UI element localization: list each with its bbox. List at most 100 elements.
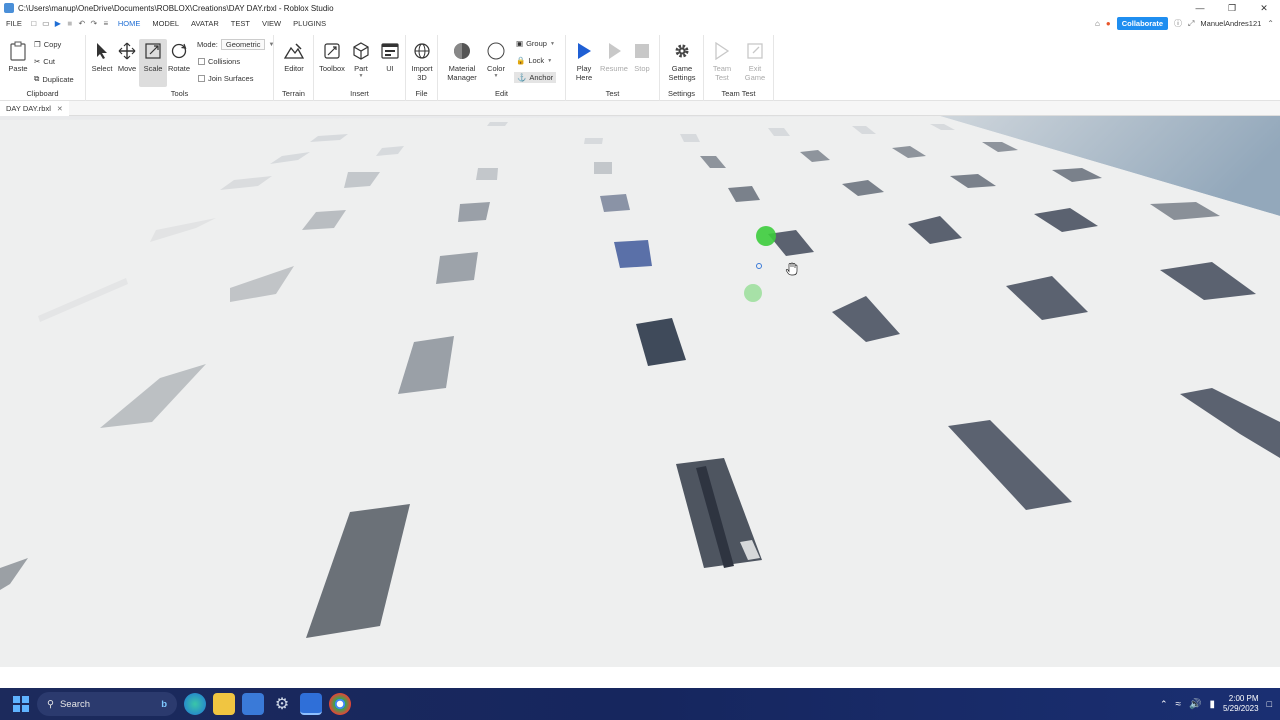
material-manager-button[interactable]: Material Manager <box>446 41 478 82</box>
tab-test[interactable]: TEST <box>225 16 256 31</box>
scale-handle-green-lower[interactable] <box>744 284 762 302</box>
color-button[interactable]: Color ▼ <box>482 41 510 79</box>
store-icon[interactable] <box>242 693 264 715</box>
clock[interactable]: 2:00 PM 5/29/2023 <box>1223 694 1259 714</box>
wifi-icon[interactable]: ≈ <box>1176 699 1182 710</box>
3d-viewport[interactable] <box>0 116 1280 667</box>
part-dropdown-icon[interactable]: ▼ <box>347 73 375 79</box>
import-3d-button[interactable]: Import 3D <box>408 41 436 82</box>
game-settings-button[interactable]: Game Settings <box>668 41 696 82</box>
edit-group: Material Manager Color ▼ ▣ Group ▼ 🔒 Lock ▼ … <box>438 35 566 101</box>
share-icon[interactable]: ⤢ <box>1188 19 1194 29</box>
taskbar-search[interactable]: ⚲ Search b <box>37 692 177 716</box>
notifications-icon[interactable]: □ <box>1267 699 1272 709</box>
part-button[interactable]: Part ▼ <box>347 41 375 79</box>
redo-icon[interactable]: ↷ <box>88 18 100 30</box>
lock-button[interactable]: 🔒 Lock ▼ <box>516 56 552 65</box>
team-test-icon <box>712 41 732 61</box>
customize-icon[interactable]: ≡ <box>100 18 112 30</box>
group-button[interactable]: ▣ Group ▼ <box>516 39 555 48</box>
tab-avatar[interactable]: AVATAR <box>185 16 225 31</box>
resume-label: Resume <box>600 64 628 73</box>
paste-button[interactable]: Paste <box>4 41 32 73</box>
globe-icon <box>412 41 432 61</box>
menu-file[interactable]: FILE <box>0 16 28 31</box>
settings-app-icon[interactable]: ⚙ <box>271 693 293 715</box>
tile <box>614 240 652 268</box>
clipboard-group: Paste ❐ Copy ✂ Cut ⧉ Duplicate Clipboard <box>0 35 86 101</box>
bing-icon: b <box>161 698 167 710</box>
mode-value[interactable]: Geometric <box>220 39 266 50</box>
collisions-checkbox[interactable] <box>198 58 205 65</box>
tools-group: Select Move Scale Rotate Mode: Geometric… <box>86 35 274 101</box>
scale-handle-green[interactable] <box>756 226 776 246</box>
collaborate-button[interactable]: Collaborate <box>1116 17 1168 30</box>
toolbox-button[interactable]: Toolbox <box>318 41 346 73</box>
join-surfaces-toggle[interactable]: Join Surfaces <box>198 74 253 83</box>
duplicate-button[interactable]: ⧉ Duplicate <box>34 74 74 84</box>
undo-icon[interactable]: ↶ <box>76 18 88 30</box>
chevron-down-icon: ▼ <box>549 40 555 47</box>
exit-icon <box>745 41 765 61</box>
file-explorer-icon[interactable] <box>213 693 235 715</box>
select-label: Select <box>91 64 113 73</box>
collisions-toggle[interactable]: Collisions <box>198 57 240 66</box>
exit-game-button[interactable]: Exit Game <box>741 41 769 82</box>
close-icon[interactable]: ✕ <box>1248 0 1280 16</box>
document-tab[interactable]: DAY DAY.rbxl ✕ <box>0 101 69 116</box>
join-surfaces-checkbox[interactable] <box>198 75 205 82</box>
open-icon[interactable]: ▭ <box>40 18 52 30</box>
play-here-button[interactable]: Play Here <box>570 41 598 82</box>
scale-tool[interactable]: Scale <box>139 39 167 87</box>
minimize-icon[interactable]: — <box>1184 0 1216 16</box>
tab-model[interactable]: MODEL <box>146 16 185 31</box>
ui-button[interactable]: UI <box>376 41 404 73</box>
mode-selector[interactable]: Mode: Geometric ▼ <box>197 39 274 50</box>
tools-group-label: Tools <box>170 89 189 98</box>
play-quick-icon[interactable]: ▶ <box>52 18 64 30</box>
select-tool[interactable]: Select <box>88 41 116 73</box>
color-dropdown-icon[interactable]: ▼ <box>482 73 510 79</box>
tab-view[interactable]: VIEW <box>256 16 287 31</box>
group-label: Group <box>526 39 547 48</box>
edge-icon[interactable] <box>184 693 206 715</box>
stop-button[interactable]: Stop <box>628 41 656 73</box>
document-tab-label: DAY DAY.rbxl <box>6 104 51 113</box>
anchor-button[interactable]: ⚓ Anchor <box>514 72 557 83</box>
restore-icon[interactable]: ❐ <box>1216 0 1248 16</box>
roblox-studio-taskbar-icon[interactable] <box>300 693 322 715</box>
resume-button[interactable]: Resume <box>600 41 628 73</box>
help-icon[interactable]: ⓘ <box>1174 18 1182 29</box>
tray-chevron-icon[interactable]: ⌃ <box>1160 699 1168 710</box>
copy-button[interactable]: ❐ Copy <box>34 40 61 49</box>
gear-icon <box>672 41 692 61</box>
battery-icon[interactable]: ▮ <box>1209 699 1215 710</box>
home-icon[interactable]: ⌂ <box>1095 19 1100 28</box>
cut-button[interactable]: ✂ Cut <box>34 57 55 66</box>
team-test-button[interactable]: Team Test <box>708 41 736 82</box>
stop-quick-icon[interactable]: ■ <box>64 18 76 30</box>
windows-start-icon[interactable] <box>13 696 29 712</box>
rotate-label: Rotate <box>167 64 191 73</box>
collisions-label: Collisions <box>208 57 241 66</box>
move-tool[interactable]: Move <box>113 41 141 73</box>
notification-icon[interactable]: ● <box>1106 19 1111 28</box>
tab-home[interactable]: HOME <box>112 16 147 31</box>
terrain-editor-button[interactable]: Editor <box>280 41 308 73</box>
new-file-icon[interactable]: □ <box>28 18 40 30</box>
scene-canvas[interactable] <box>0 116 1280 667</box>
tab-plugins[interactable]: PLUGINS <box>287 16 332 31</box>
duplicate-icon: ⧉ <box>34 74 40 83</box>
close-tab-icon[interactable]: ✕ <box>57 105 63 113</box>
collapse-ribbon-icon[interactable]: ⌃ <box>1267 19 1274 28</box>
window-title: C:\Users\manup\OneDrive\Documents\ROBLOX… <box>18 3 334 13</box>
chrome-icon[interactable] <box>329 693 351 715</box>
mode-label: Mode: <box>197 40 218 49</box>
clock-date: 5/29/2023 <box>1222 704 1259 713</box>
user-name[interactable]: ManuelAndres121 <box>1200 19 1261 28</box>
volume-icon[interactable]: 🔊 <box>1189 699 1201 710</box>
system-tray: ⌃ ≈ 🔊 ▮ 2:00 PM 5/29/2023 □ <box>1160 688 1272 720</box>
team-test-label-2: Test <box>715 73 729 82</box>
rotate-tool[interactable]: Rotate <box>165 41 193 73</box>
copy-icon: ❐ <box>34 40 41 49</box>
